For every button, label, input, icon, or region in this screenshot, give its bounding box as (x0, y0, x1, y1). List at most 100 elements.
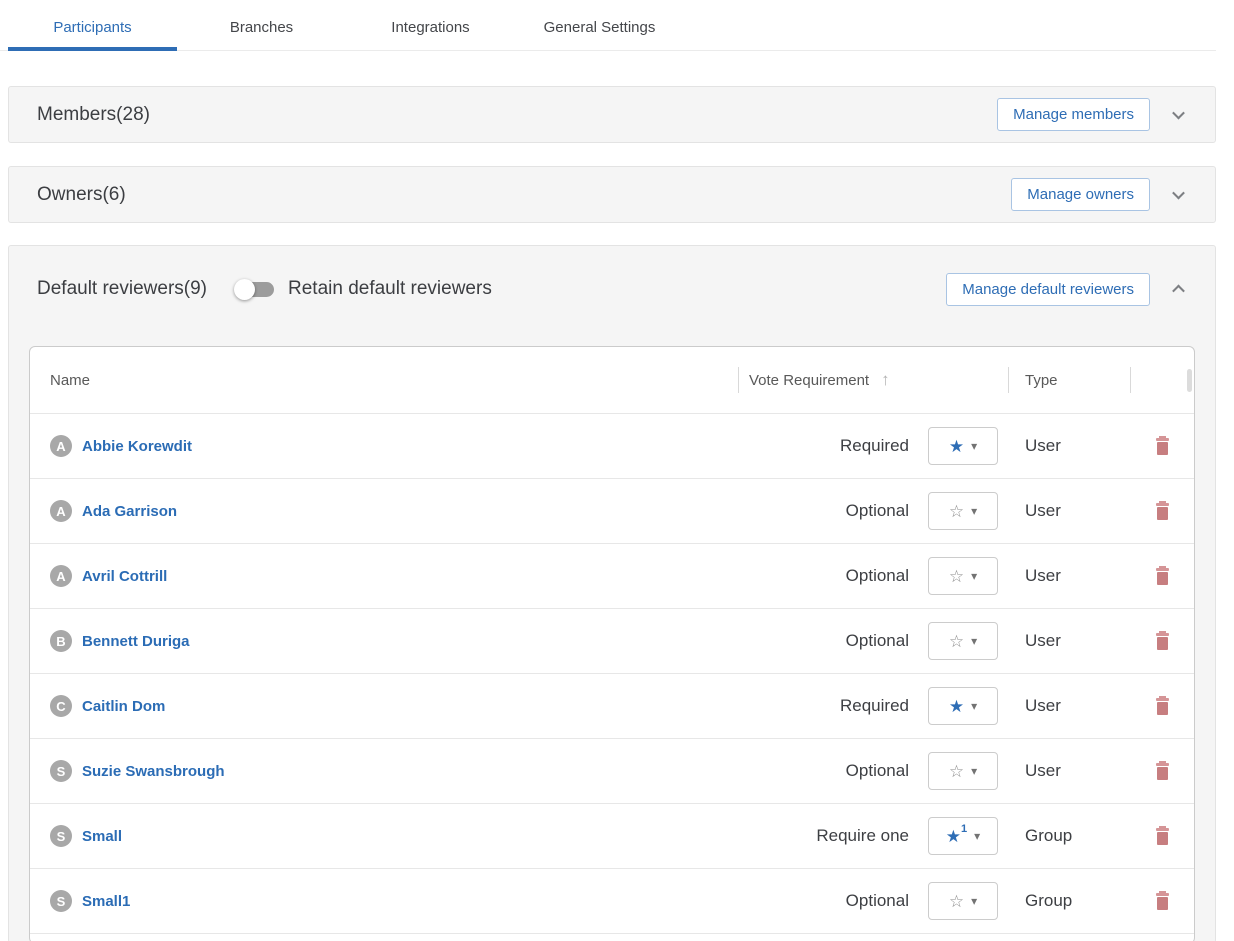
vote-requirement-dropdown[interactable]: ☆ ▾ (928, 752, 998, 790)
reviewer-name-link[interactable]: Ada Garrison (82, 503, 177, 520)
reviewer-type: User (1008, 566, 1130, 586)
star-icon: ★ (946, 828, 961, 845)
vote-requirement-dropdown[interactable]: ★ ▾ (928, 687, 998, 725)
delete-reviewer-button[interactable] (1156, 698, 1169, 715)
delete-reviewer-button[interactable] (1156, 828, 1169, 845)
default-reviewers-collapse-toggle[interactable] (1167, 278, 1189, 300)
chevron-down-icon (1172, 107, 1185, 120)
vote-requirement-text: Optional (846, 631, 909, 651)
star-icon: ★ (949, 698, 964, 715)
star-icon: ★ (949, 438, 964, 455)
trash-icon (1156, 828, 1169, 831)
caret-down-icon: ▾ (974, 830, 980, 842)
reviewer-name-link[interactable]: Caitlin Dom (82, 698, 165, 715)
owners-section: Owners(6) Manage owners (8, 166, 1216, 223)
vote-requirement-text: Optional (846, 891, 909, 911)
tab-branches[interactable]: Branches (177, 0, 346, 50)
trash-icon (1156, 893, 1169, 896)
vote-requirement-dropdown[interactable]: ☆ ▾ (928, 557, 998, 595)
tab-integrations[interactable]: Integrations (346, 0, 515, 50)
caret-down-icon: ▾ (971, 440, 977, 452)
members-section-title: Members(28) (37, 104, 150, 126)
column-header-vote-requirement[interactable]: Vote Requirement ↑ (738, 367, 1008, 393)
manage-default-reviewers-button[interactable]: Manage default reviewers (946, 273, 1150, 306)
table-row: S Small1 Optional ☆ ▾ Group (30, 868, 1194, 933)
vote-requirement-text: Optional (846, 566, 909, 586)
reviewer-name-link[interactable]: Small (82, 828, 122, 845)
tab-participants[interactable]: Participants (8, 0, 177, 50)
reviewer-name-link[interactable]: Suzie Swansbrough (82, 763, 225, 780)
tab-general-settings[interactable]: General Settings (515, 0, 684, 50)
caret-down-icon: ▾ (971, 765, 977, 777)
sort-ascending-icon: ↑ (881, 370, 890, 390)
reviewer-type: User (1008, 696, 1130, 716)
reviewer-avatar: S (50, 825, 72, 847)
reviewer-type: Group (1008, 891, 1130, 911)
star-icon: ☆ (949, 503, 964, 520)
reviewer-type: User (1008, 436, 1130, 456)
reviewer-name-link[interactable]: Small1 (82, 893, 130, 910)
star-icon: ☆ (949, 633, 964, 650)
star-icon: ☆ (949, 568, 964, 585)
vote-requirement-text: Required (840, 436, 909, 456)
reviewer-avatar: S (50, 890, 72, 912)
reviewer-avatar: A (50, 435, 72, 457)
reviewer-avatar: C (50, 695, 72, 717)
reviewer-name-link[interactable]: Abbie Korewdit (82, 438, 192, 455)
delete-reviewer-button[interactable] (1156, 503, 1169, 520)
partial-next-row (30, 933, 1194, 941)
vote-requirement-text: Require one (816, 826, 909, 846)
reviewer-type: Group (1008, 826, 1130, 846)
trash-icon (1156, 503, 1169, 506)
delete-reviewer-button[interactable] (1156, 763, 1169, 780)
trash-icon (1156, 438, 1169, 441)
delete-reviewer-button[interactable] (1156, 438, 1169, 455)
table-row: A Abbie Korewdit Required ★ ▾ User (30, 413, 1194, 478)
vote-requirement-dropdown[interactable]: ☆ ▾ (928, 882, 998, 920)
vote-requirement-dropdown[interactable]: ★ 1 ▾ (928, 817, 998, 855)
table-row: A Avril Cottrill Optional ☆ ▾ User (30, 543, 1194, 608)
column-header-type[interactable]: Type (1008, 367, 1130, 393)
members-section: Members(28) Manage members (8, 86, 1216, 143)
vote-requirement-header-label: Vote Requirement (749, 372, 869, 389)
trash-icon (1156, 698, 1169, 701)
vote-requirement-dropdown[interactable]: ★ ▾ (928, 427, 998, 465)
reviewer-avatar: S (50, 760, 72, 782)
retain-default-reviewers-toggle[interactable] (236, 282, 274, 297)
manage-members-button[interactable]: Manage members (997, 98, 1150, 131)
column-header-name[interactable]: Name (30, 372, 738, 389)
vote-requirement-dropdown[interactable]: ☆ ▾ (928, 492, 998, 530)
members-expand-toggle[interactable] (1167, 104, 1189, 126)
table-row: B Bennett Duriga Optional ☆ ▾ User (30, 608, 1194, 673)
reviewers-table: Name Vote Requirement ↑ Type A Abbie Kor… (29, 346, 1195, 941)
owners-section-title: Owners(6) (37, 184, 126, 206)
delete-reviewer-button[interactable] (1156, 568, 1169, 585)
reviewer-type: User (1008, 631, 1130, 651)
vote-requirement-dropdown[interactable]: ☆ ▾ (928, 622, 998, 660)
star-count: 1 (961, 823, 967, 835)
retain-default-reviewers-label: Retain default reviewers (288, 278, 492, 300)
delete-reviewer-button[interactable] (1156, 893, 1169, 910)
trash-icon (1156, 633, 1169, 636)
default-reviewers-section: Default reviewers(9) Retain default revi… (8, 245, 1216, 941)
trash-icon (1156, 568, 1169, 571)
reviewer-avatar: A (50, 565, 72, 587)
star-icon: ☆ (949, 763, 964, 780)
table-row: A Ada Garrison Optional ☆ ▾ User (30, 478, 1194, 543)
manage-owners-button[interactable]: Manage owners (1011, 178, 1150, 211)
star-icon: ☆ (949, 893, 964, 910)
reviewers-table-body: A Abbie Korewdit Required ★ ▾ User A Ada… (30, 413, 1194, 933)
table-scrollbar-thumb[interactable] (1187, 369, 1192, 392)
vote-requirement-text: Required (840, 696, 909, 716)
owners-expand-toggle[interactable] (1167, 184, 1189, 206)
caret-down-icon: ▾ (971, 635, 977, 647)
settings-tabbar: Participants Branches Integrations Gener… (0, 0, 1216, 51)
reviewer-name-link[interactable]: Bennett Duriga (82, 633, 190, 650)
toggle-knob (234, 279, 255, 300)
delete-reviewer-button[interactable] (1156, 633, 1169, 650)
reviewer-avatar: A (50, 500, 72, 522)
table-row: C Caitlin Dom Required ★ ▾ User (30, 673, 1194, 738)
reviewer-name-link[interactable]: Avril Cottrill (82, 568, 167, 585)
caret-down-icon: ▾ (971, 700, 977, 712)
reviewer-type: User (1008, 761, 1130, 781)
